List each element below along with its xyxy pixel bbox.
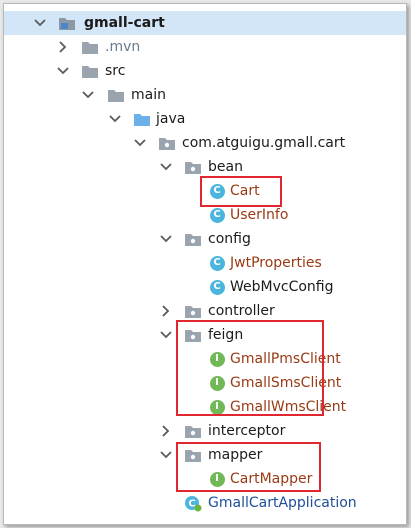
class-icon: C (208, 254, 226, 272)
package-icon (184, 302, 202, 320)
chevron-down-icon[interactable] (159, 232, 173, 246)
chevron-down-icon[interactable] (159, 448, 173, 462)
tree-item-config[interactable]: config (4, 227, 406, 251)
chevron-right-icon[interactable] (56, 40, 70, 54)
folder-icon (81, 62, 99, 80)
chevron-right-icon[interactable] (159, 304, 173, 318)
tree-item-label: src (105, 63, 126, 79)
project-tree-panel: gmall-cart .mvn src main java com.atguig… (3, 3, 407, 525)
class-icon: C (208, 206, 226, 224)
highlight-box-feign (176, 320, 324, 416)
tree-item-label: GmallCartApplication (208, 495, 357, 511)
tree-item-label: gmall-cart (84, 15, 165, 31)
chevron-down-icon[interactable] (133, 136, 147, 150)
chevron-down-icon[interactable] (56, 64, 70, 78)
tree-item-webmvcconfig[interactable]: C WebMvcConfig (4, 275, 406, 299)
chevron-down-icon[interactable] (108, 112, 122, 126)
highlight-box-cart (200, 176, 282, 207)
class-icon: C (208, 278, 226, 296)
folder-icon (81, 38, 99, 56)
source-folder-icon (133, 110, 151, 128)
tree-item-main[interactable]: main (4, 83, 406, 107)
package-icon (184, 158, 202, 176)
tree-item-package[interactable]: com.atguigu.gmall.cart (4, 131, 406, 155)
tree-item-label: config (208, 231, 251, 247)
tree-item-mvn[interactable]: .mvn (4, 35, 406, 59)
folder-icon (107, 86, 125, 104)
chevron-down-icon[interactable] (159, 160, 173, 174)
tree-item-label: JwtProperties (230, 255, 322, 271)
chevron-down-icon[interactable] (159, 328, 173, 342)
tree-item-gmallcartapplication[interactable]: C GmallCartApplication (4, 491, 406, 515)
package-icon (184, 230, 202, 248)
tree-item-label: .mvn (105, 39, 141, 55)
highlight-box-mapper (176, 442, 321, 492)
tree-item-java[interactable]: java (4, 107, 406, 131)
chevron-down-icon[interactable] (33, 16, 47, 30)
tree-item-interceptor[interactable]: interceptor (4, 419, 406, 443)
tree-item-label: java (156, 111, 186, 127)
tree-item-label: main (131, 87, 166, 103)
package-icon (184, 422, 202, 440)
tree-item-label: com.atguigu.gmall.cart (182, 135, 346, 151)
tree-item-label: WebMvcConfig (230, 279, 334, 295)
chevron-down-icon[interactable] (81, 88, 95, 102)
tree-item-src[interactable]: src (4, 59, 406, 83)
package-icon (158, 134, 176, 152)
spring-boot-app-icon: C (184, 494, 202, 512)
tree-item-jwtproperties[interactable]: C JwtProperties (4, 251, 406, 275)
chevron-right-icon[interactable] (159, 424, 173, 438)
tree-item-label: interceptor (208, 423, 286, 439)
module-folder-icon (58, 14, 76, 32)
tree-item-gmall-cart[interactable]: gmall-cart (4, 11, 406, 35)
